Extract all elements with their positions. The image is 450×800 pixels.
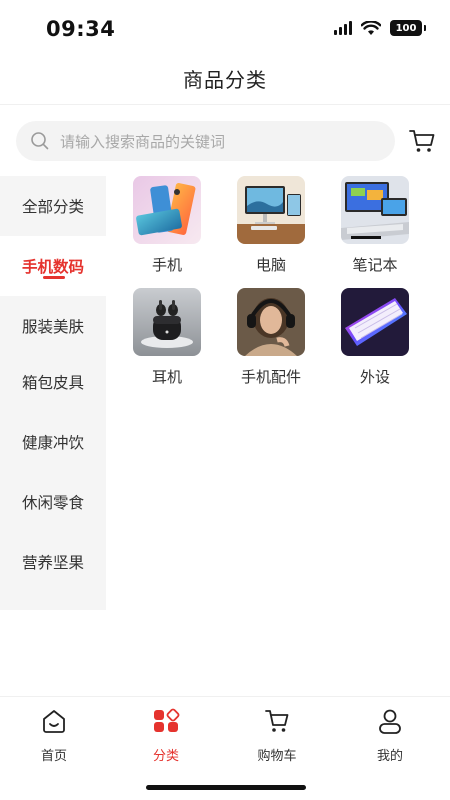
wifi-icon [361,20,381,35]
sidebar-item-health-drinks[interactable]: 健康冲饮 [0,412,106,472]
product-phones[interactable]: 手机 [115,176,219,275]
tab-cart[interactable]: 购物车 [237,707,317,764]
category-icon [154,708,180,732]
laptop-image [341,176,409,244]
signal-icon [334,21,352,35]
page-title: 商品分类 [183,68,267,92]
product-label: 笔记本 [352,256,398,274]
tab-label: 我的 [376,749,403,764]
product-label: 电脑 [255,256,286,274]
product-label: 外设 [359,368,390,386]
product-phone-accessories[interactable]: 手机配件 [219,288,323,387]
keyboard-image [341,288,409,356]
status-bar: 09:34 100 [0,0,450,58]
earbuds-image [133,288,201,356]
phones-image [133,176,201,244]
sidebar-item-all[interactable]: 全部分类 [0,176,106,236]
home-icon [43,710,65,733]
product-peripherals[interactable]: 外设 [323,288,427,387]
product-laptop[interactable]: 笔记本 [323,176,427,275]
search-placeholder: 请输入搜索商品的关键词 [60,132,226,151]
cart-icon[interactable] [408,127,436,155]
search-icon [31,132,49,150]
product-label: 手机配件 [240,368,301,386]
tab-label: 分类 [152,749,179,764]
status-icons: 100 [334,20,426,36]
sidebar-item-nuts[interactable]: 营养坚果 [0,532,106,592]
sidebar-item-clothing-beauty[interactable]: 服装美肤 [0,296,106,356]
sidebar-item-bags-leather[interactable]: 箱包皮具 [0,352,106,412]
home-indicator [146,785,306,790]
tab-profile[interactable]: 我的 [350,707,430,764]
tab-label: 首页 [40,749,67,764]
tab-category[interactable]: 分类 [126,707,206,764]
cart-icon [265,710,289,732]
desktop-computer-image [237,176,305,244]
tab-home[interactable]: 首页 [14,707,94,764]
tab-label: 购物车 [257,749,297,764]
user-icon [379,709,401,734]
product-earbuds[interactable]: 耳机 [115,288,219,387]
sidebar-item-snacks[interactable]: 休闲零食 [0,472,106,532]
status-time: 09:34 [46,17,116,41]
battery-icon: 100 [390,20,426,36]
header-divider [0,104,450,105]
product-label: 手机 [151,256,182,274]
category-sidebar: 全部分类 手机数码 服装美肤 箱包皮具 健康冲饮 休闲零食 营养坚果 [0,176,106,610]
headphones-person-image [237,288,305,356]
sidebar-item-phones-digital[interactable]: 手机数码 [0,236,106,296]
search-input[interactable]: 请输入搜索商品的关键词 [16,121,395,161]
active-indicator [43,276,65,279]
product-desktop[interactable]: 电脑 [219,176,323,275]
product-label: 耳机 [151,368,182,386]
